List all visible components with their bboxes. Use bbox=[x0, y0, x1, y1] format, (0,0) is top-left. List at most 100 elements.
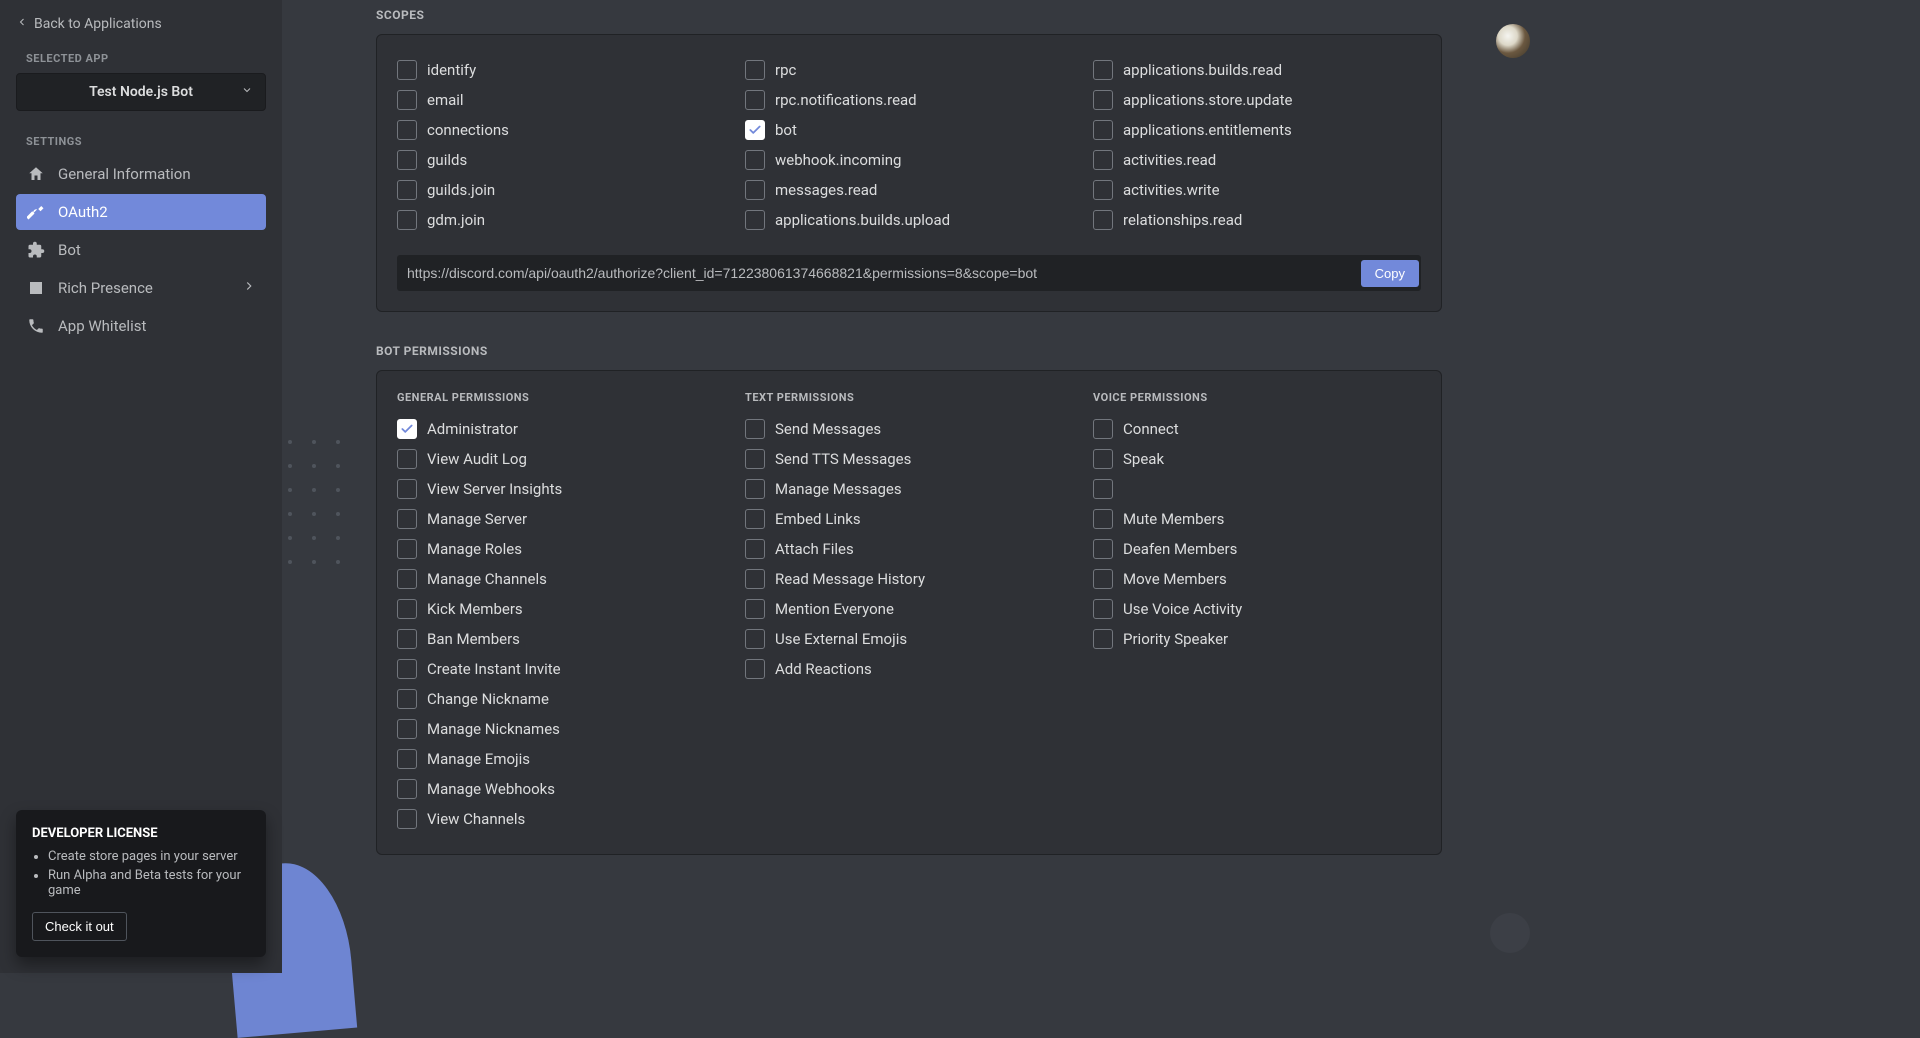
scope-connections[interactable]: connections bbox=[397, 115, 725, 145]
checkbox bbox=[397, 479, 417, 499]
perm-attach-files[interactable]: Attach Files bbox=[745, 534, 1073, 564]
scope-bot[interactable]: bot bbox=[745, 115, 1073, 145]
perm-send-tts-messages[interactable]: Send TTS Messages bbox=[745, 444, 1073, 474]
perm-view-audit-log[interactable]: View Audit Log bbox=[397, 444, 725, 474]
checkbox bbox=[745, 509, 765, 529]
scope-gdm-join[interactable]: gdm.join bbox=[397, 205, 725, 235]
perm-manage-messages[interactable]: Manage Messages bbox=[745, 474, 1073, 504]
oauth-url-input[interactable] bbox=[407, 257, 1353, 289]
permission-group-heading: General Permissions bbox=[397, 391, 725, 404]
checkbox bbox=[397, 809, 417, 829]
perm-view-server-insights[interactable]: View Server Insights bbox=[397, 474, 725, 504]
scopes-heading: Scopes bbox=[376, 0, 1442, 22]
scope-applications-store-update[interactable]: applications.store.update bbox=[1093, 85, 1421, 115]
checkbox bbox=[1093, 90, 1113, 110]
nav-item-general-information[interactable]: General Information bbox=[16, 156, 266, 192]
scope-email[interactable]: email bbox=[397, 85, 725, 115]
nav-item-bot[interactable]: Bot bbox=[16, 232, 266, 268]
home-icon bbox=[26, 164, 46, 184]
checkbox bbox=[1093, 60, 1113, 80]
permission-group: Text PermissionsSend MessagesSend TTS Me… bbox=[745, 391, 1073, 834]
checkbox-label: Attach Files bbox=[775, 540, 854, 558]
nav-item-label: General Information bbox=[58, 165, 191, 183]
perm-manage-server[interactable]: Manage Server bbox=[397, 504, 725, 534]
checkbox bbox=[397, 180, 417, 200]
perm-speak[interactable]: Speak bbox=[1093, 444, 1421, 474]
scope-identify[interactable]: identify bbox=[397, 55, 725, 85]
user-avatar[interactable] bbox=[1496, 24, 1530, 58]
scope-activities-write[interactable]: activities.write bbox=[1093, 175, 1421, 205]
perm-send-messages[interactable]: Send Messages bbox=[745, 414, 1073, 444]
perm-use-voice-activity[interactable]: Use Voice Activity bbox=[1093, 594, 1421, 624]
perm-use-external-emojis[interactable]: Use External Emojis bbox=[745, 624, 1073, 654]
perm-change-nickname[interactable]: Change Nickname bbox=[397, 684, 725, 714]
scope-webhook-incoming[interactable]: webhook.incoming bbox=[745, 145, 1073, 175]
perm-move-members[interactable]: Move Members bbox=[1093, 564, 1421, 594]
scope-messages-read[interactable]: messages.read bbox=[745, 175, 1073, 205]
perm-read-message-history[interactable]: Read Message History bbox=[745, 564, 1073, 594]
perm-embed-links[interactable]: Embed Links bbox=[745, 504, 1073, 534]
checkbox bbox=[1093, 509, 1113, 529]
nav-item-rich-presence[interactable]: Rich Presence bbox=[16, 270, 266, 306]
scope-activities-read[interactable]: activities.read bbox=[1093, 145, 1421, 175]
perm-mention-everyone[interactable]: Mention Everyone bbox=[745, 594, 1073, 624]
perm-priority-speaker[interactable]: Priority Speaker bbox=[1093, 624, 1421, 654]
checkbox-label: Priority Speaker bbox=[1123, 630, 1228, 648]
perm-kick-members[interactable]: Kick Members bbox=[397, 594, 725, 624]
checkbox-label: Ban Members bbox=[427, 630, 520, 648]
promo-bullet: Run Alpha and Beta tests for your game bbox=[48, 868, 250, 898]
checkbox bbox=[397, 779, 417, 799]
checkbox-label: guilds.join bbox=[427, 181, 495, 199]
checkbox-label: applications.entitlements bbox=[1123, 121, 1292, 139]
scope-applications-builds-read[interactable]: applications.builds.read bbox=[1093, 55, 1421, 85]
perm-deafen-members[interactable]: Deafen Members bbox=[1093, 534, 1421, 564]
perm-administrator[interactable]: Administrator bbox=[397, 414, 725, 444]
checkbox-label: messages.read bbox=[775, 181, 877, 199]
check-it-out-button[interactable]: Check it out bbox=[32, 912, 127, 941]
perm-ban-members[interactable]: Ban Members bbox=[397, 624, 725, 654]
app-selector-dropdown[interactable]: Test Node.js Bot bbox=[16, 73, 266, 111]
wrench-icon bbox=[26, 202, 46, 222]
perm-connect[interactable]: Connect bbox=[1093, 414, 1421, 444]
perm-manage-nicknames[interactable]: Manage Nicknames bbox=[397, 714, 725, 744]
scope-applications-builds-upload[interactable]: applications.builds.upload bbox=[745, 205, 1073, 235]
checkbox-label: View Channels bbox=[427, 810, 525, 828]
checkbox bbox=[397, 419, 417, 439]
nav-item-label: Rich Presence bbox=[58, 279, 153, 297]
checkbox-label: Send Messages bbox=[775, 420, 881, 438]
nav-item-oauth2[interactable]: OAuth2 bbox=[16, 194, 266, 230]
perm-manage-webhooks[interactable]: Manage Webhooks bbox=[397, 774, 725, 804]
copy-button[interactable]: Copy bbox=[1361, 260, 1419, 287]
checkbox bbox=[397, 569, 417, 589]
checkbox bbox=[397, 629, 417, 649]
checkbox-label: Embed Links bbox=[775, 510, 861, 528]
nav-item-app-whitelist[interactable]: App Whitelist bbox=[16, 308, 266, 344]
perm-mute-members[interactable]: Mute Members bbox=[1093, 504, 1421, 534]
perm-blank[interactable] bbox=[1093, 474, 1421, 504]
perm-view-channels[interactable]: View Channels bbox=[397, 804, 725, 834]
scope-rpc-notifications-read[interactable]: rpc.notifications.read bbox=[745, 85, 1073, 115]
checkbox-label: Mention Everyone bbox=[775, 600, 894, 618]
checkbox-label: activities.read bbox=[1123, 151, 1216, 169]
scope-guilds[interactable]: guilds bbox=[397, 145, 725, 175]
scope-column: identifyemail connections guilds guilds.joi… bbox=[397, 55, 725, 235]
checkbox-label: applications.builds.upload bbox=[775, 211, 950, 229]
checkbox-label: connections bbox=[427, 121, 509, 139]
perm-add-reactions[interactable]: Add Reactions bbox=[745, 654, 1073, 684]
checkbox bbox=[745, 569, 765, 589]
scope-guilds-join[interactable]: guilds.join bbox=[397, 175, 725, 205]
perm-create-instant-invite[interactable]: Create Instant Invite bbox=[397, 654, 725, 684]
perm-manage-channels[interactable]: Manage Channels bbox=[397, 564, 725, 594]
checkbox bbox=[745, 180, 765, 200]
scope-relationships-read[interactable]: relationships.read bbox=[1093, 205, 1421, 235]
back-to-applications-link[interactable]: Back to Applications bbox=[16, 16, 266, 32]
checkbox-label: Manage Channels bbox=[427, 570, 547, 588]
checkbox-label: webhook.incoming bbox=[775, 151, 901, 169]
checkbox bbox=[397, 749, 417, 769]
scope-applications-entitlements[interactable]: applications.entitlements bbox=[1093, 115, 1421, 145]
checkbox bbox=[397, 60, 417, 80]
perm-manage-roles[interactable]: Manage Roles bbox=[397, 534, 725, 564]
perm-manage-emojis[interactable]: Manage Emojis bbox=[397, 744, 725, 774]
help-fab[interactable] bbox=[1490, 913, 1530, 953]
scope-rpc[interactable]: rpc bbox=[745, 55, 1073, 85]
